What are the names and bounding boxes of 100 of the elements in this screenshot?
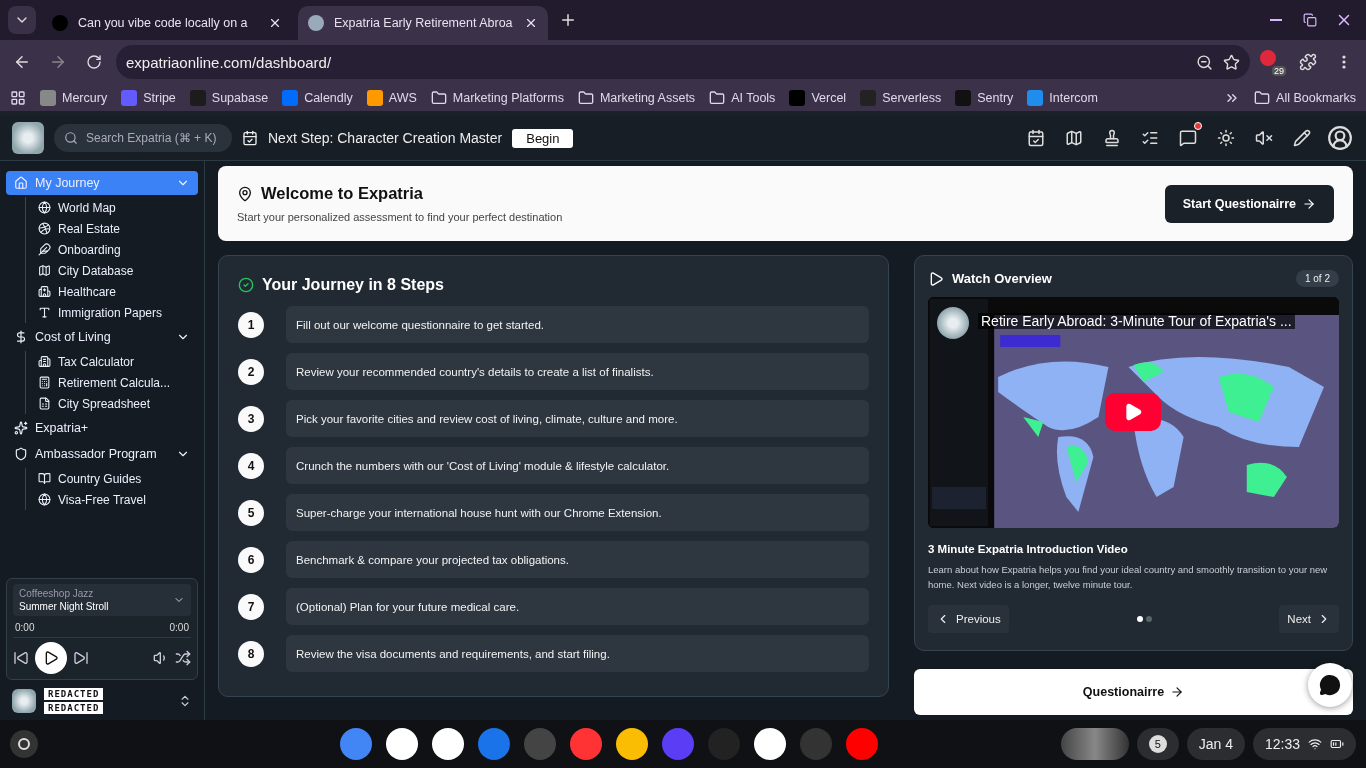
item-icon <box>38 201 51 214</box>
close-icon[interactable] <box>524 16 538 30</box>
bookmark-link[interactable]: Stripe <box>121 89 176 106</box>
previous-button[interactable]: Previous <box>928 605 1009 633</box>
sidebar-section[interactable]: Expatria+ <box>6 416 198 440</box>
bookmark-star-icon[interactable] <box>1223 53 1240 71</box>
bookmark-link[interactable]: Sentry <box>955 89 1014 106</box>
section-icon <box>14 330 28 344</box>
start-questionnaire-button[interactable]: Start Questionairre <box>1164 184 1334 223</box>
account-button[interactable] <box>1326 124 1354 152</box>
step-number: 2 <box>238 358 264 385</box>
sidebar-item[interactable]: Healthcare <box>34 281 198 302</box>
begin-button[interactable]: Begin <box>512 128 574 148</box>
sidebar-item[interactable]: Onboarding <box>34 239 198 260</box>
site-favicon <box>282 89 299 106</box>
tab-search-button[interactable] <box>8 6 36 34</box>
date-button[interactable]: Jan 4 <box>1186 728 1245 760</box>
site-favicon <box>366 89 383 106</box>
screenshot-thumbnail[interactable] <box>1060 728 1129 760</box>
video-description: Learn about how Expatria helps you find your ideal country and smoothly transition to your new home. Next video is a longer, twelve minute tour. <box>928 563 1329 592</box>
step-text: Review the visa documents and requirements, and start filing. <box>286 635 869 672</box>
site-favicon <box>955 89 972 106</box>
playlist-select[interactable]: Coffeeshop Jazz Summer Night Stroll <box>13 584 191 616</box>
folder-icon <box>1254 89 1271 106</box>
item-icon <box>38 285 51 298</box>
bookmark-link[interactable]: All Bookmarks <box>1254 89 1356 106</box>
map-pin-icon <box>237 185 253 202</box>
address-bar[interactable]: expatriaonline.com/dashboard/ <box>116 45 1250 79</box>
pencil-icon <box>1293 129 1311 147</box>
bookmark-link[interactable]: Serverless <box>860 89 942 106</box>
shuffle-icon[interactable] <box>175 650 191 666</box>
play-button[interactable] <box>35 642 67 674</box>
sidebar-item[interactable]: Immigration Papers <box>34 302 198 323</box>
folder-icon <box>709 89 726 106</box>
bookmark-link[interactable]: Supabase <box>189 89 269 106</box>
video-title[interactable]: Retire Early Abroad: 3-Minute Tour of Expatria's ... <box>978 313 1295 329</box>
section-icon <box>14 447 28 461</box>
site-favicon <box>189 89 206 106</box>
folder-icon <box>577 89 594 106</box>
bookmark-link[interactable]: Vercel <box>789 89 847 106</box>
play-icon <box>43 650 59 666</box>
page-dot[interactable] <box>1136 616 1143 622</box>
apps-grid-icon[interactable] <box>10 89 26 106</box>
chat-icon <box>1179 129 1197 147</box>
redacted-label: REDACTED <box>44 688 104 700</box>
elapsed-time: 0:00 <box>15 622 35 633</box>
item-icon <box>38 355 51 368</box>
adblock-extension-button[interactable]: 29 <box>1258 48 1286 76</box>
bookmark-link[interactable]: Marketing Assets <box>577 89 696 106</box>
launcher-button[interactable] <box>10 730 38 758</box>
search-icon <box>64 131 78 145</box>
puzzle-icon <box>1299 53 1317 71</box>
site-favicon <box>789 89 806 106</box>
logo[interactable] <box>12 122 44 154</box>
zoom-icon[interactable] <box>1196 53 1213 71</box>
sun-icon <box>1217 129 1235 147</box>
sidebar-item[interactable]: Country Guides <box>34 468 198 489</box>
sidebar-item[interactable]: City Database <box>34 260 198 281</box>
section-icon <box>14 421 28 435</box>
bookmark-link[interactable]: AWS <box>366 89 417 106</box>
sidebar-item[interactable]: City Spreadsheet <box>34 393 198 414</box>
sidebar-item[interactable]: Visa-Free Travel <box>34 489 198 510</box>
bookmark-link[interactable]: Mercury <box>40 89 108 106</box>
item-icon <box>38 264 51 277</box>
bookmark-link[interactable]: AI Tools <box>709 89 776 106</box>
site-favicon <box>1027 89 1044 106</box>
status-tray[interactable]: 12:33 <box>1252 728 1356 760</box>
sidebar-item[interactable]: Real Estate <box>34 218 198 239</box>
close-icon[interactable] <box>268 16 282 30</box>
journey-title: Your Journey in 8 Steps <box>262 276 444 294</box>
favicon <box>52 15 68 31</box>
questionnaire-button[interactable]: Questionairre <box>914 669 1353 715</box>
sidebar-item[interactable]: World Map <box>34 197 198 218</box>
item-icon <box>38 222 51 235</box>
browser-tab[interactable]: Can you vibe code locally on a <box>42 6 292 40</box>
next-button[interactable]: Next <box>1279 605 1339 633</box>
user-logo <box>12 689 36 713</box>
video-play-button[interactable] <box>1105 393 1161 431</box>
sidebar-item[interactable]: Tax Calculator <box>34 351 198 372</box>
bookmark-link[interactable]: Intercom <box>1027 89 1098 106</box>
tab-title: Expatria Early Retirement Abroa <box>334 16 514 30</box>
browser-tab[interactable]: Expatria Early Retirement Abroa <box>298 6 548 40</box>
bookmark-link[interactable]: Calendly <box>282 89 353 106</box>
step-text: Crunch the numbers with our 'Cost of Living' module & lifestyle calculator. <box>286 447 869 484</box>
bookmark-link[interactable]: Marketing Platforms <box>430 89 564 106</box>
duration-time: 0:00 <box>169 622 189 633</box>
page-dot[interactable] <box>1145 616 1152 622</box>
notification-button[interactable]: 5 <box>1136 728 1179 760</box>
play-icon <box>1123 402 1143 422</box>
step-number: 5 <box>238 499 264 526</box>
sidebar-section[interactable]: Cost of Living <box>6 325 198 349</box>
sidebar-section[interactable]: Ambassador Program <box>6 442 198 466</box>
next-track-icon[interactable] <box>73 650 89 666</box>
redacted-label: REDACTED <box>44 702 104 714</box>
search-field[interactable]: Search Expatria (⌘ + K) <box>54 124 232 152</box>
previous-track-icon[interactable] <box>13 650 29 666</box>
step-number: 7 <box>238 593 264 620</box>
step-text: Pick your favorite cities and review cost of living, climate, culture and more. <box>286 400 869 437</box>
video-panel-title: Watch Overview <box>952 271 1053 286</box>
sidebar-item[interactable]: Retirement Calcula... <box>34 372 198 393</box>
